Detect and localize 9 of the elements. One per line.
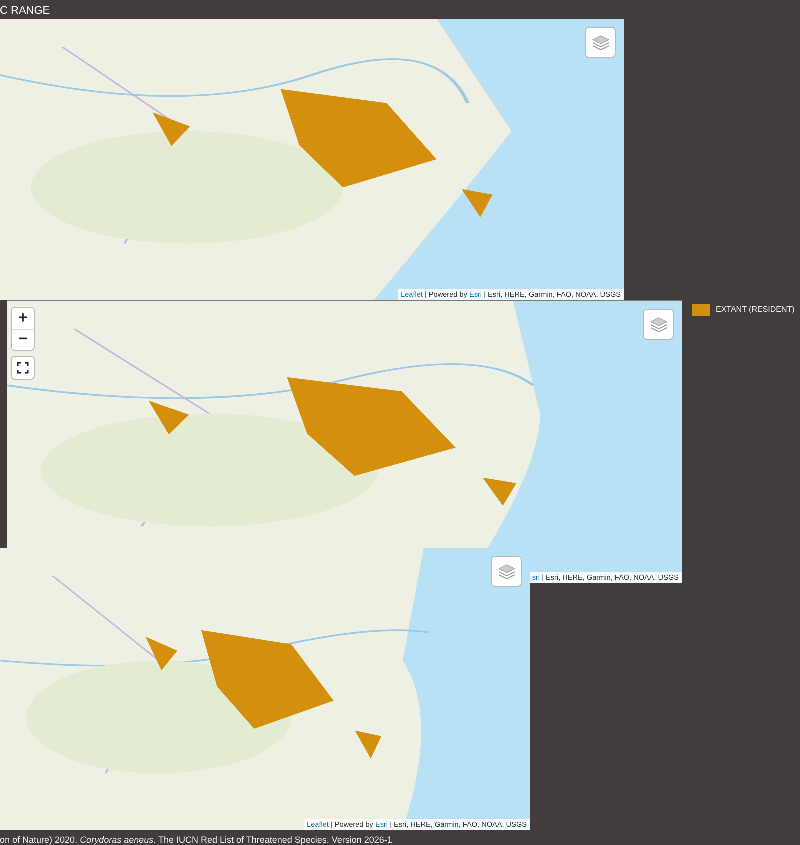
layers-button[interactable] xyxy=(491,556,522,587)
fullscreen-icon xyxy=(17,362,29,374)
citation-text: on of Nature) 2020. Corydoras aeneus. The IUCN Red List of Threatened Species. Version 2026-1 xyxy=(0,834,392,845)
zoom-out-button[interactable]: − xyxy=(12,329,34,350)
layers-button[interactable] xyxy=(585,27,616,58)
layers-button[interactable] xyxy=(643,309,674,340)
section-title: C RANGE xyxy=(0,4,50,19)
fullscreen-button[interactable] xyxy=(11,356,35,380)
legend-label: EXTANT (RESIDENT) xyxy=(716,304,795,316)
